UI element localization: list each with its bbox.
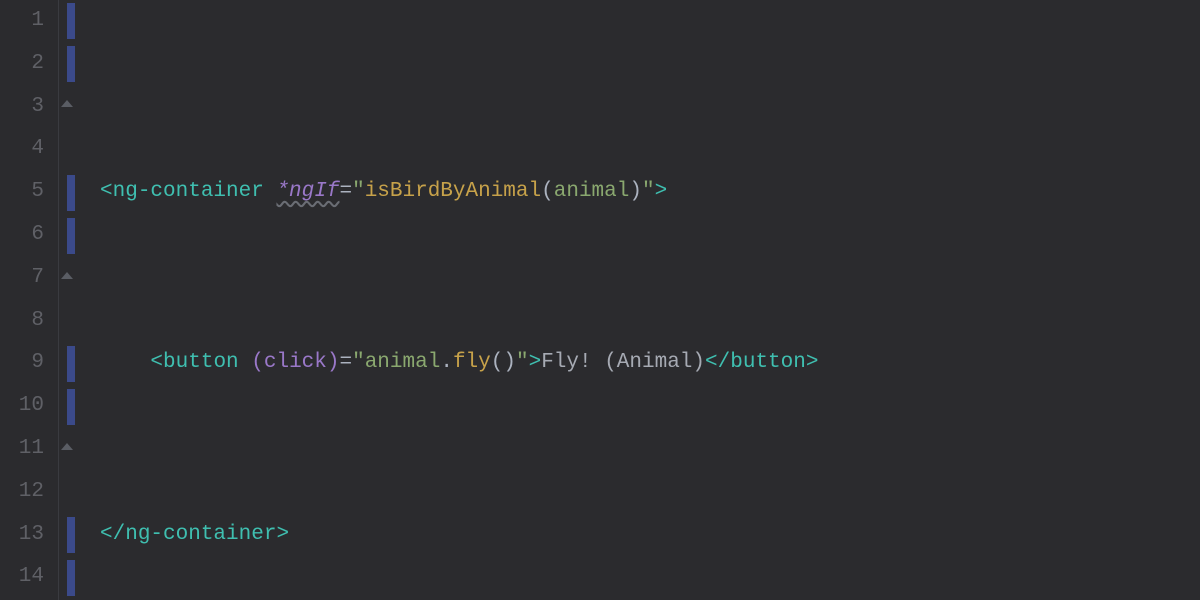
- change-marker-column: [58, 0, 100, 600]
- click-binding: (click): [251, 351, 339, 374]
- line-number: 13: [0, 514, 44, 557]
- code-area[interactable]: <ng-container *ngIf="isBirdByAnimal(anim…: [100, 0, 1200, 600]
- code-line[interactable]: <ng-container *ngIf="isBirdByAnimal(anim…: [100, 171, 1200, 214]
- line-number: 4: [0, 128, 44, 171]
- line-number: 1: [0, 0, 44, 43]
- line-number-gutter: 1 2 3 4 5 6 7 8 9 10 11 12 13 14: [0, 0, 58, 600]
- code-line[interactable]: <button (click)="animal.fly()">Fly! (Ani…: [100, 342, 1200, 385]
- line-number: 8: [0, 300, 44, 343]
- line-number: 7: [0, 257, 44, 300]
- line-number: 3: [0, 86, 44, 129]
- line-number: 9: [0, 342, 44, 385]
- line-number: 2: [0, 43, 44, 86]
- line-number: 14: [0, 556, 44, 599]
- code-editor[interactable]: 1 2 3 4 5 6 7 8 9 10 11 12 13 14 <ng-con…: [0, 0, 1200, 600]
- code-line[interactable]: </ng-container>: [100, 514, 1200, 557]
- line-number: 11: [0, 428, 44, 471]
- line-number: 12: [0, 471, 44, 514]
- line-number: 6: [0, 214, 44, 257]
- line-number: 10: [0, 385, 44, 428]
- ngif-directive: *ngIf: [276, 180, 339, 203]
- line-number: 5: [0, 171, 44, 214]
